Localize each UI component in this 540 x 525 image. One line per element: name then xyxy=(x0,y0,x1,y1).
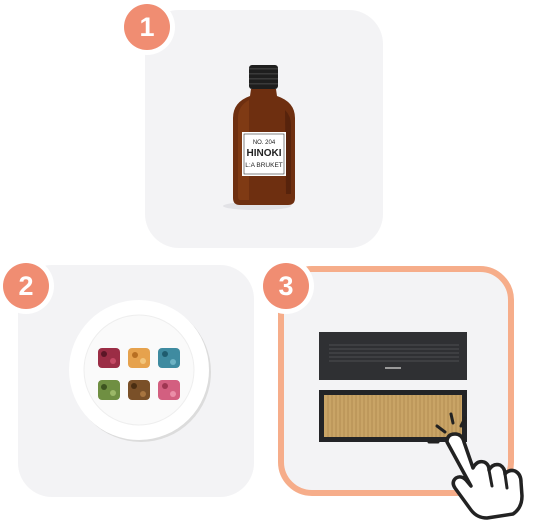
sweets-plate-photo xyxy=(69,300,211,442)
bottle-label-number: NO. 204 xyxy=(253,140,276,146)
step-badge-1: 1 xyxy=(124,4,170,50)
hinoki-bottle-photo: NO. 204 HINOKI L:A BRUKET xyxy=(223,65,295,210)
bottle-label-name: HINOKI xyxy=(247,148,282,159)
product-card-2[interactable] xyxy=(18,265,254,497)
step-badge-2: 2 xyxy=(3,263,49,309)
bottle-label-brand: L:A BRUKET xyxy=(245,162,283,169)
step-badge-3: 3 xyxy=(263,263,309,309)
product-step-grid: NO. 204 HINOKI L:A BRUKET 1 2 3 xyxy=(0,0,540,525)
product-card-1[interactable]: NO. 204 HINOKI L:A BRUKET xyxy=(145,10,383,248)
pointing-hand-click-icon xyxy=(427,412,524,520)
